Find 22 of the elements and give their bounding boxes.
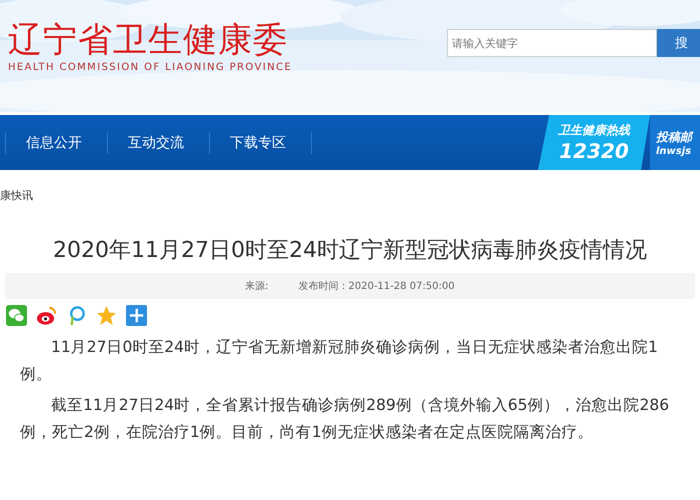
nav-item[interactable]: 互动交流: [108, 134, 204, 152]
site-logo-title: 辽宁省卫生健康委: [8, 20, 289, 60]
hotline-title: 卫生健康热线: [558, 122, 630, 139]
star-icon[interactable]: [96, 305, 117, 326]
email-banner[interactable]: 投稿邮 lnwsjs: [650, 115, 700, 170]
search-field[interactable]: 请输入关键字: [447, 29, 657, 57]
email-address: lnwsjs: [656, 146, 692, 156]
article-paragraph: 11月27日0时至24时，辽宁省无新增新冠肺炎确诊病例，当日无症状感染者治愈出院1例。: [20, 337, 659, 385]
nav-item[interactable]: 信息公开: [6, 134, 102, 152]
article-paragraph: 截至11月27日24时，全省累计报告确诊病例289例（含境外输入65例），治愈出院286例，死亡2例，在院治疗1例。目前，尚有1例无症状感染者在定点医院隔离治疗。: [20, 395, 670, 443]
publish-time: 发布时间：2020-11-28 07:50:00: [298, 280, 455, 293]
weibo-icon[interactable]: [36, 305, 57, 326]
wechat-icon[interactable]: [6, 305, 27, 326]
site-logo-subtitle: HEALTH COMMISSION OF LIAONING PROVINCE: [8, 62, 292, 73]
source-label: 来源:: [245, 280, 268, 293]
nav-item[interactable]: 下载专区: [210, 134, 306, 152]
hotline-number: 12320: [559, 139, 629, 163]
article-title: 2020年11月27日0时至24时辽宁新型冠状病毒肺炎疫情情况: [52, 237, 648, 265]
search-button[interactable]: 搜: [657, 29, 700, 57]
breadcrumb-link[interactable]: 康快讯: [0, 189, 33, 202]
email-title: 投稿邮: [656, 128, 694, 146]
plus-icon[interactable]: [126, 305, 147, 326]
